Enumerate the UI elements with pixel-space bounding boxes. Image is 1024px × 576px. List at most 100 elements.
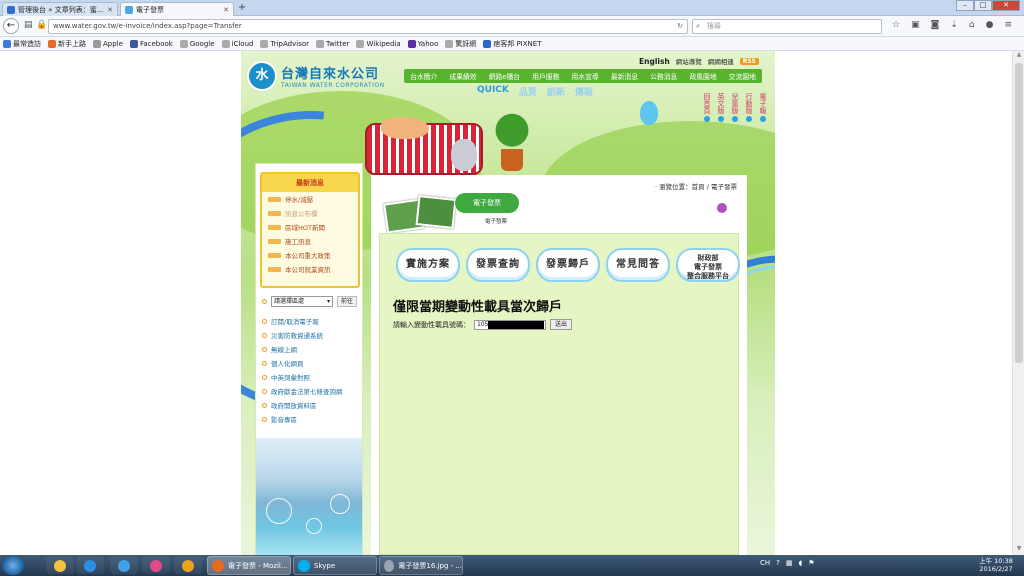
bookmark-item[interactable]: Yahoo [407, 39, 438, 48]
news-item[interactable]: 訊息公布欄 [262, 206, 358, 220]
main-nav-item[interactable]: 台水簡介 [410, 71, 437, 81]
cloud-implementation[interactable]: 實施方案 [396, 248, 460, 282]
side-link[interactable]: 訂閱/取消電子報 [262, 314, 343, 328]
explorer-pin-icon[interactable] [46, 557, 74, 574]
url-bar[interactable]: www.water.gov.tw/e-invoice/index.asp?pag… [48, 19, 688, 34]
main-nav-item[interactable]: 用水宣導 [572, 71, 599, 81]
chat-icon[interactable]: ● [986, 20, 994, 30]
scroll-thumb[interactable] [1015, 63, 1023, 363]
scroll-down-icon[interactable]: ▼ [1013, 545, 1024, 555]
taskbar-app[interactable]: 電子發票16.jpg - ... [379, 556, 463, 575]
bookmark-item[interactable]: 驚訝網 [445, 39, 476, 49]
submit-button[interactable]: 送出 [550, 319, 573, 330]
bookmark-item[interactable]: Twitter [316, 39, 349, 48]
related-sites-link[interactable]: 網網相連 [708, 56, 734, 66]
menu-icon[interactable]: ≡ [1004, 20, 1012, 30]
news-item[interactable]: 停水/減壓 [262, 192, 358, 206]
carrier-number-input[interactable]: 105 [474, 319, 546, 330]
bookmark-item[interactable]: 新手上路 [48, 39, 86, 49]
cloud-mof-platform[interactable]: 財政部 電子發票 整合服務平台 [676, 248, 740, 282]
quick-link[interactable]: QUICK [477, 85, 509, 98]
bookmark-item[interactable]: TripAdvisor [260, 39, 309, 48]
main-nav-item[interactable]: 網路e櫃台 [489, 71, 520, 81]
vertical-link[interactable]: 英文版 [717, 93, 725, 122]
side-link[interactable]: 中英詞彙對照 [262, 370, 343, 384]
cloud-faq[interactable]: 常見問答 [606, 248, 670, 282]
system-clock[interactable]: 上午 10:38 2016/2/27 [972, 557, 1020, 573]
input-method-indicator[interactable]: CH [760, 559, 770, 567]
close-window-icon[interactable]: ✕ [992, 0, 1020, 11]
bookmark-item[interactable]: Apple [93, 39, 123, 48]
main-nav-item[interactable]: 用戶服務 [532, 71, 559, 81]
network-pin-icon[interactable] [110, 557, 138, 574]
bookmark-item[interactable]: Facebook [129, 39, 173, 48]
chrome-pin-icon[interactable] [174, 557, 202, 574]
pocket-icon[interactable]: ◙ [931, 20, 940, 30]
scroll-up-icon[interactable]: ▲ [1013, 51, 1024, 61]
side-link[interactable]: 影音專區 [262, 412, 343, 426]
bookmark-item[interactable]: Wikipedia [356, 39, 401, 48]
tab-close-icon[interactable]: ✕ [223, 6, 229, 14]
tab-admin[interactable]: 管理後台 » 文章列表：蜜... ✕ [2, 2, 118, 16]
news-tag-icon [268, 252, 281, 258]
tab-close-icon[interactable]: ✕ [107, 6, 113, 14]
vertical-link[interactable]: 行動版 [745, 93, 753, 122]
side-link[interactable]: 災害防救資通系統 [262, 328, 343, 342]
reload-icon[interactable]: ↻ [677, 20, 683, 33]
bookmark-item[interactable]: Google [179, 39, 215, 48]
news-item[interactable]: 本公司就業資訊 [262, 262, 358, 276]
bookmark-star-icon[interactable]: ☆ [892, 20, 900, 30]
taskbar-app[interactable]: Skype [293, 556, 377, 575]
side-link[interactable]: 政府開放資料區 [262, 398, 343, 412]
news-item[interactable]: 本公司重大政策 [262, 248, 358, 262]
vertical-link[interactable]: 電子報 [759, 93, 767, 122]
go-button[interactable]: 前往 [337, 296, 358, 307]
news-item[interactable]: 區域HOT新聞 [262, 220, 358, 234]
ie-pin-icon[interactable] [76, 557, 104, 574]
network-icon[interactable]: ▦ [786, 559, 793, 567]
help-icon[interactable]: ? [776, 559, 780, 567]
cloud-invoice-attribution[interactable]: 發票歸戶 [536, 248, 600, 282]
minimize-icon[interactable]: – [956, 0, 974, 11]
history-icon[interactable]: ▤ [24, 20, 33, 30]
volume-icon[interactable]: ◖ [799, 559, 803, 567]
page-scrollbar[interactable]: ▲ ▼ [1012, 51, 1024, 555]
site-logo[interactable]: 水 台灣自來水公司 TAIWAN WATER CORPORATION [247, 61, 385, 91]
side-link[interactable]: 個人化網頁 [262, 356, 343, 370]
start-button-icon[interactable] [2, 556, 24, 575]
home-icon[interactable]: ⌂ [969, 20, 975, 30]
english-link[interactable]: English [639, 57, 670, 66]
water-drop-mascot [640, 101, 658, 125]
news-item[interactable]: 施工訊息 [262, 234, 358, 248]
picasa-pin-icon[interactable] [142, 557, 170, 574]
download-icon[interactable]: ⇣ [950, 20, 958, 30]
rss-link[interactable]: RSS [739, 57, 759, 65]
main-nav-item[interactable]: 最新消息 [611, 71, 638, 81]
search-bar[interactable]: ⌕ 搜尋 [692, 19, 882, 34]
bookmark-item[interactable]: 痞客邦 PIXNET [483, 39, 541, 49]
identity-icon[interactable]: 🔒 [36, 20, 47, 30]
back-icon[interactable]: ← [3, 18, 19, 34]
district-select[interactable]: 請選擇區處 [271, 296, 333, 307]
tab-einvoice[interactable]: 電子發票 ✕ [120, 2, 234, 16]
flag-icon[interactable]: ⚑ [808, 559, 814, 567]
new-tab-icon[interactable]: + [236, 2, 248, 14]
main-nav-item[interactable]: 成果績效 [449, 71, 476, 81]
bookmark-item[interactable]: iCloud [221, 39, 253, 48]
bookmark-item[interactable]: 最常造訪 [3, 39, 41, 49]
quick-link[interactable]: 創新 [547, 85, 565, 98]
cloud-invoice-query[interactable]: 發票查詢 [466, 248, 530, 282]
taskbar-app[interactable]: 電子發票 - Mozil... [207, 556, 291, 575]
vertical-link[interactable]: 回首頁 [703, 93, 711, 122]
clipboard-icon[interactable]: ▣ [911, 20, 920, 30]
quick-link[interactable]: 傳報 [575, 85, 593, 98]
main-nav-item[interactable]: 公務消息 [650, 71, 677, 81]
maximize-icon[interactable]: □ [974, 0, 992, 11]
side-link[interactable]: 無線上網 [262, 342, 343, 356]
side-link[interactable]: 政府獻金法第七條查詢網 [262, 384, 343, 398]
vertical-link[interactable]: 兒童版 [731, 93, 739, 122]
quick-link[interactable]: 品質 [519, 85, 537, 98]
sitemap-link[interactable]: 網站導覽 [676, 56, 702, 66]
main-nav-item[interactable]: 政風園地 [689, 71, 716, 81]
main-nav-item[interactable]: 交流園地 [729, 71, 756, 81]
